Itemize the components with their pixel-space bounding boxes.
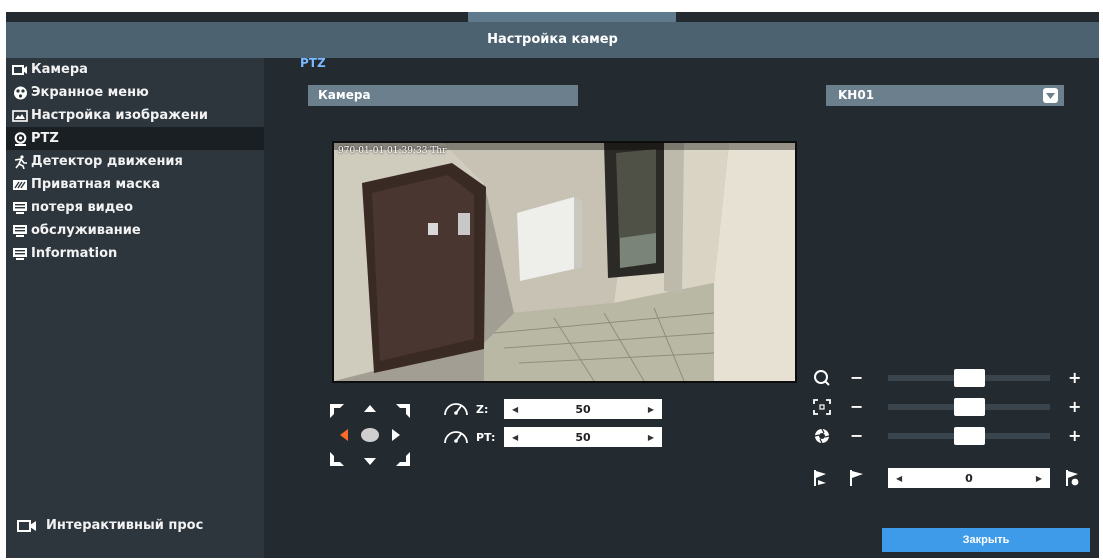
focus-slider[interactable]: [888, 398, 1050, 416]
preset-set-flag-icon[interactable]: [812, 469, 830, 487]
pan-up-right-button[interactable]: [396, 404, 410, 418]
osd-icon: [12, 86, 28, 99]
decrement-arrow-icon[interactable]: ◀: [512, 405, 518, 414]
sidebar-item-label: потеря видео: [31, 200, 134, 215]
sidebar-item-image-settings[interactable]: Настройка изображени: [6, 104, 264, 127]
sidebar-item-camera[interactable]: Камера: [6, 58, 264, 81]
focus-icon: [812, 398, 832, 416]
ptz-home-button[interactable]: [361, 428, 379, 442]
sidebar-item-label: Information: [31, 246, 118, 261]
decrement-arrow-icon[interactable]: ◀: [896, 474, 902, 483]
live-view-button[interactable]: Интерактивный прос: [16, 518, 203, 533]
iris-slider-row: − +: [812, 427, 1082, 445]
section-title: PTZ: [300, 56, 326, 70]
focus-near-button[interactable]: −: [850, 398, 863, 416]
camera-select[interactable]: KH01: [826, 85, 1064, 106]
focus-slider-thumb[interactable]: [954, 398, 985, 416]
sidebar-item-label: Камера: [31, 62, 88, 77]
ptz-settings-window: Настройка камер Камера Экранное меню Нас…: [6, 12, 1099, 558]
pan-down-button[interactable]: [364, 458, 376, 465]
sidebar-item-label: обслуживание: [31, 223, 141, 238]
pan-tilt-speed-value: 50: [575, 430, 591, 444]
pan-tilt-speed-stepper: ◀ 50 ▶: [504, 427, 662, 447]
ptz-icon: [12, 131, 28, 146]
pan-tilt-speed-label: PT:: [476, 430, 496, 444]
sidebar-item-maintenance[interactable]: обслуживание: [6, 219, 264, 242]
zoom-speed-value: 50: [575, 402, 591, 416]
zoom-speed-label: Z:: [476, 402, 489, 416]
zoom-speed-stepper: ◀ 50 ▶: [504, 399, 662, 419]
preset-goto-flag-icon[interactable]: [848, 469, 866, 487]
pan-left-button[interactable]: [340, 429, 348, 441]
camera-icon: [12, 63, 28, 76]
focus-slider-row: − +: [812, 398, 1082, 416]
speedometer-icon: [442, 427, 470, 447]
increment-arrow-icon[interactable]: ▶: [648, 405, 654, 414]
sidebar-item-information[interactable]: Information: [6, 242, 264, 265]
pan-tilt-speed-row: PT: ◀ 50 ▶: [442, 426, 662, 448]
focus-far-button[interactable]: +: [1068, 398, 1081, 416]
iris-slider-thumb[interactable]: [954, 427, 985, 445]
zoom-out-button[interactable]: −: [850, 369, 863, 387]
iris-close-button[interactable]: −: [850, 427, 863, 445]
zoom-icon: [812, 369, 832, 387]
sidebar-item-label: Детектор движения: [31, 154, 183, 169]
pan-up-left-button[interactable]: [330, 404, 344, 418]
camera-label: Камера: [308, 85, 578, 106]
sidebar-item-video-loss[interactable]: потеря видео: [6, 196, 264, 219]
monitor-icon: [12, 224, 28, 237]
iris-slider[interactable]: [888, 427, 1050, 445]
live-view-label: Интерактивный прос: [46, 518, 204, 533]
chevron-down-icon[interactable]: [1043, 88, 1058, 103]
image-settings-icon: [12, 109, 28, 122]
sidebar-item-privacy-mask[interactable]: Приватная маска: [6, 173, 264, 196]
pan-right-button[interactable]: [392, 429, 400, 441]
preset-row: ◀ 0 ▶: [812, 468, 1082, 488]
sidebar-item-label: Приватная маска: [31, 177, 161, 192]
motion-icon: [12, 154, 28, 169]
close-button[interactable]: Закрыть: [882, 528, 1090, 552]
speedometer-icon: [442, 399, 470, 419]
zoom-slider-thumb[interactable]: [954, 369, 985, 387]
monitor-icon: [12, 201, 28, 214]
window-title: Настройка камер: [6, 22, 1099, 58]
iris-icon: [812, 427, 832, 445]
sidebar: Камера Экранное меню Настройка изображен…: [6, 58, 264, 558]
zoom-slider-row: − +: [812, 369, 1082, 387]
pan-down-left-button[interactable]: [330, 452, 344, 466]
privacy-mask-icon: [12, 178, 28, 191]
increment-arrow-icon[interactable]: ▶: [648, 433, 654, 442]
osd-timestamp: 970-01-01 01:39:33 Thr: [338, 146, 447, 156]
sidebar-item-osd[interactable]: Экранное меню: [6, 81, 264, 104]
zoom-slider[interactable]: [888, 369, 1050, 387]
decrement-arrow-icon[interactable]: ◀: [512, 433, 518, 442]
preset-value: 0: [965, 471, 973, 485]
camera-icon: [16, 519, 38, 532]
preset-stepper: ◀ 0 ▶: [888, 468, 1050, 488]
zoom-speed-row: Z: ◀ 50 ▶: [442, 398, 662, 420]
sidebar-item-label: Настройка изображени: [31, 108, 208, 123]
pan-down-right-button[interactable]: [396, 452, 410, 466]
sidebar-item-motion-detection[interactable]: Детектор движения: [6, 150, 264, 173]
monitor-icon: [12, 247, 28, 260]
ptz-direction-pad: [328, 402, 412, 468]
camera-select-value: KH01: [838, 88, 875, 102]
sidebar-item-ptz[interactable]: PTZ: [6, 127, 264, 150]
zoom-in-button[interactable]: +: [1068, 369, 1081, 387]
camera-preview-image: [334, 143, 795, 381]
camera-preview: 970-01-01 01:39:33 Thr: [332, 141, 797, 383]
pan-up-button[interactable]: [364, 405, 376, 412]
sidebar-item-label: PTZ: [31, 131, 59, 146]
preset-delete-flag-icon[interactable]: [1064, 469, 1082, 487]
increment-arrow-icon[interactable]: ▶: [1036, 474, 1042, 483]
sidebar-item-label: Экранное меню: [31, 85, 149, 100]
iris-open-button[interactable]: +: [1068, 427, 1081, 445]
